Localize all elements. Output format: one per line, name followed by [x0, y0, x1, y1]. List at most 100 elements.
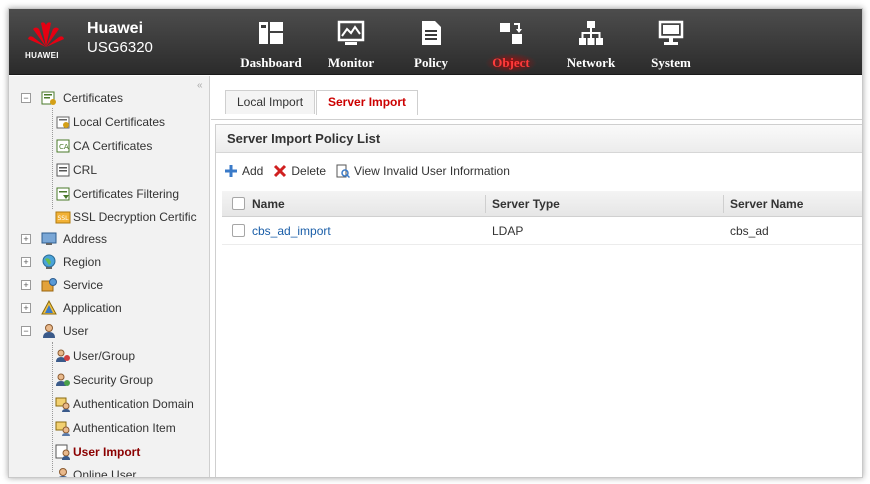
policy-name-link[interactable]: cbs_ad_import: [252, 217, 331, 245]
column-divider[interactable]: [485, 195, 486, 213]
tree-label: Authentication Item: [73, 421, 176, 435]
collapse-node-icon[interactable]: −: [21, 326, 31, 336]
nav-object[interactable]: Object: [471, 9, 551, 75]
app-window: HUAWEI Huawei USG6320 Dashboard Monitor …: [8, 8, 863, 478]
tree-node-user-import[interactable]: User Import: [53, 441, 203, 463]
tree-node-service[interactable]: + Service: [21, 274, 206, 296]
tree-node-authentication-item[interactable]: Authentication Item: [53, 417, 203, 439]
tree-label: Service: [63, 278, 104, 292]
nav-monitor[interactable]: Monitor: [311, 9, 391, 75]
monitor-icon: [337, 20, 365, 45]
expand-node-icon[interactable]: +: [21, 303, 31, 313]
tree-label: User Import: [73, 445, 141, 459]
authentication-item-icon: [55, 421, 70, 436]
tree-node-address[interactable]: + Address: [21, 228, 206, 250]
policy-toolbar: Add Delete View Invalid User Information: [224, 161, 520, 181]
logo-text: HUAWEI: [25, 51, 59, 60]
nav-label: Object: [492, 55, 530, 70]
device-model: USG6320: [87, 39, 153, 56]
column-header-server-name[interactable]: Server Name: [730, 191, 803, 217]
tree-node-region[interactable]: + Region: [21, 251, 206, 273]
tree-node-user-group[interactable]: User/Group: [53, 345, 203, 367]
svg-text:SSL: SSL: [58, 215, 70, 222]
column-header-name[interactable]: Name: [252, 191, 285, 217]
main-nav: Dashboard Monitor Policy Object Network …: [231, 9, 711, 75]
nav-label: Policy: [414, 55, 448, 70]
view-document-icon: [336, 164, 351, 178]
column-header-server-type[interactable]: Server Type: [492, 191, 560, 217]
tree-node-certificates[interactable]: − Certificates: [21, 87, 206, 109]
tab-server-import[interactable]: Server Import: [316, 90, 419, 115]
user-icon: [43, 324, 55, 338]
nav-label: Monitor: [327, 55, 375, 70]
tree-node-online-user[interactable]: Online User: [53, 464, 203, 478]
import-tabs: Local Import Server Import: [211, 76, 862, 120]
delete-button[interactable]: Delete: [273, 164, 326, 178]
ca-certificate-icon: CA: [56, 139, 70, 153]
tab-local-import[interactable]: Local Import: [225, 90, 316, 114]
main-content: Local Import Server Import Server Import…: [211, 76, 862, 477]
nav-policy[interactable]: Policy: [391, 9, 471, 75]
online-user-icon: [58, 468, 68, 477]
security-group-icon: [56, 373, 70, 386]
system-icon: [658, 20, 684, 45]
add-button[interactable]: Add: [224, 164, 263, 178]
tree-node-authentication-domain[interactable]: Authentication Domain: [53, 393, 209, 415]
delete-icon: [274, 164, 287, 178]
user-import-icon: [55, 444, 70, 460]
nav-label: Dashboard: [240, 55, 302, 70]
tree-label: User/Group: [73, 349, 136, 363]
expand-node-icon[interactable]: +: [21, 257, 31, 267]
server-name-cell: cbs_ad: [730, 224, 769, 238]
tree-node-crl[interactable]: CRL: [53, 159, 203, 181]
object-icon: [500, 23, 522, 44]
column-divider[interactable]: [723, 195, 724, 213]
tree-label: Online User: [73, 468, 137, 478]
tree-node-ca-certificates[interactable]: CA CA Certificates: [53, 135, 203, 157]
tree-node-local-certificates[interactable]: Local Certificates: [53, 111, 203, 133]
service-icon: [41, 278, 57, 292]
tree-label: Application: [63, 301, 122, 315]
expand-node-icon[interactable]: +: [21, 280, 31, 290]
svg-text:CA: CA: [59, 143, 69, 151]
ssl-certificate-icon: SSL: [55, 211, 71, 224]
tree-label: CRL: [73, 163, 98, 177]
nav-system[interactable]: System: [631, 9, 711, 75]
tree-label: Address: [63, 232, 108, 246]
server-import-table: Name Server Type Server Name cbs_ad_impo…: [222, 191, 862, 245]
table-header: Name Server Type Server Name: [222, 191, 862, 217]
table-row[interactable]: cbs_ad_import LDAP cbs_ad: [222, 217, 862, 245]
tree-node-ssl-decryption-certificate[interactable]: SSL SSL Decryption Certific: [53, 206, 209, 228]
server-type-cell: LDAP: [492, 224, 524, 238]
nav-network[interactable]: Network: [551, 9, 631, 75]
tree-label: SSL Decryption Certific: [73, 210, 197, 224]
top-header: HUAWEI Huawei USG6320 Dashboard Monitor …: [9, 9, 862, 75]
tree-label: Certificates: [63, 91, 124, 105]
tree-label: Region: [63, 255, 102, 269]
view-invalid-label: View Invalid User Information: [354, 164, 510, 178]
tree-node-application[interactable]: + Application: [21, 297, 206, 319]
collapse-node-icon[interactable]: −: [21, 93, 31, 103]
network-icon: [579, 21, 603, 45]
tree-label: CA Certificates: [73, 139, 153, 153]
add-icon: [225, 165, 237, 177]
tree-label: Authentication Domain: [73, 397, 194, 411]
select-all-checkbox[interactable]: [232, 197, 245, 210]
tree-node-user[interactable]: − User: [21, 320, 206, 342]
delete-label: Delete: [291, 164, 327, 178]
local-certificate-icon: [56, 116, 70, 129]
dashboard-icon: [259, 22, 283, 44]
expand-node-icon[interactable]: +: [21, 234, 31, 244]
tree-node-security-group[interactable]: Security Group: [53, 369, 203, 391]
tree-label: Certificates Filtering: [73, 187, 180, 201]
view-invalid-user-button[interactable]: View Invalid User Information: [336, 164, 510, 178]
nav-label: System: [651, 55, 691, 70]
tree-node-certificates-filtering[interactable]: Certificates Filtering: [53, 183, 203, 205]
tree-label: Local Certificates: [73, 115, 166, 129]
row-checkbox[interactable]: [232, 224, 245, 237]
panel-title: Server Import Policy List: [216, 125, 862, 153]
region-globe-icon: [42, 254, 56, 269]
tree-label: User: [63, 324, 89, 338]
nav-label: Network: [566, 55, 616, 70]
nav-dashboard[interactable]: Dashboard: [231, 9, 311, 75]
